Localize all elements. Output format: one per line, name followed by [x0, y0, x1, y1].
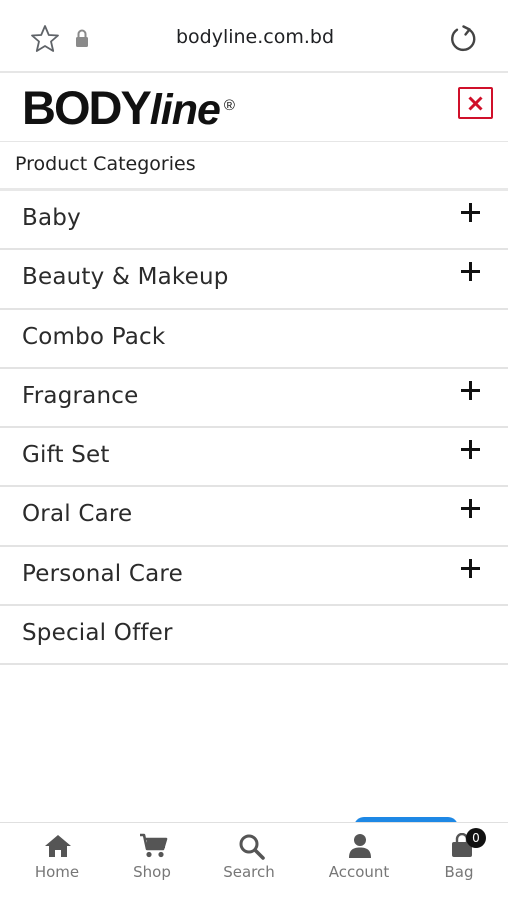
category-item-gift-set[interactable]: Gift Set — [0, 428, 508, 488]
category-label: Special Offer — [22, 620, 173, 647]
registered-mark: ® — [223, 97, 235, 114]
cart-icon — [140, 833, 168, 858]
category-list: Baby Beauty & Makeup Combo Pack Fragranc… — [0, 191, 508, 666]
home-icon — [45, 835, 71, 857]
category-item-fragrance[interactable]: Fragrance — [0, 369, 508, 429]
user-icon — [349, 834, 371, 858]
nav-label: Account — [328, 863, 390, 881]
lock-icon — [76, 29, 88, 47]
nav-search[interactable]: Search — [209, 823, 289, 900]
category-label: Oral Care — [22, 501, 133, 528]
category-label: Baby — [22, 205, 81, 231]
expand-plus-icon[interactable] — [461, 203, 481, 223]
category-label: Combo Pack — [22, 323, 166, 350]
url-text[interactable]: bodyline.com.bd — [110, 26, 400, 48]
expand-plus-icon[interactable] — [461, 262, 481, 282]
category-panel-header: BODYline ® — [0, 71, 508, 142]
browser-address-bar: bodyline.com.bd — [0, 0, 508, 72]
nav-label: Search — [223, 863, 275, 881]
nav-label: Bag — [444, 863, 474, 881]
category-item-oral-care[interactable]: Oral Care — [0, 487, 508, 547]
category-item-personal-care[interactable]: Personal Care — [0, 547, 508, 607]
category-item-special-offer[interactable]: Special Offer — [0, 606, 508, 666]
category-label: Fragrance — [22, 382, 139, 409]
category-item-baby[interactable]: Baby — [0, 191, 508, 251]
search-icon — [239, 834, 265, 860]
section-title: Product Categories — [15, 153, 196, 175]
category-item-combo-pack[interactable]: Combo Pack — [0, 310, 508, 369]
category-label: Beauty & Makeup — [22, 264, 229, 291]
nav-home[interactable]: Home — [17, 823, 97, 900]
nav-bag[interactable]: Bag — [420, 823, 498, 900]
reload-icon[interactable] — [446, 22, 480, 56]
category-label: Gift Set — [22, 442, 110, 469]
expand-plus-icon[interactable] — [461, 440, 481, 460]
category-item-beauty-makeup[interactable]: Beauty & Makeup — [0, 250, 508, 310]
nav-label: Home — [34, 863, 80, 881]
expand-plus-icon[interactable] — [461, 380, 481, 401]
logo-text-line: line — [149, 86, 221, 134]
nav-account[interactable]: Account — [318, 823, 400, 900]
nav-shop[interactable]: Shop — [112, 823, 192, 900]
bottom-navigation: Home Shop Search Account Bag — [0, 822, 508, 900]
expand-plus-icon[interactable] — [461, 558, 481, 579]
category-label: Personal Care — [22, 560, 183, 587]
logo-text-body: BODY — [22, 81, 152, 134]
bag-count-badge: 0 — [466, 828, 486, 848]
bodyline-logo[interactable]: BODYline ® — [22, 84, 235, 135]
close-menu-button[interactable] — [458, 87, 493, 119]
close-icon — [468, 96, 483, 111]
expand-plus-icon[interactable] — [461, 499, 481, 519]
nav-label: Shop — [133, 863, 171, 881]
star-icon[interactable] — [30, 24, 60, 54]
